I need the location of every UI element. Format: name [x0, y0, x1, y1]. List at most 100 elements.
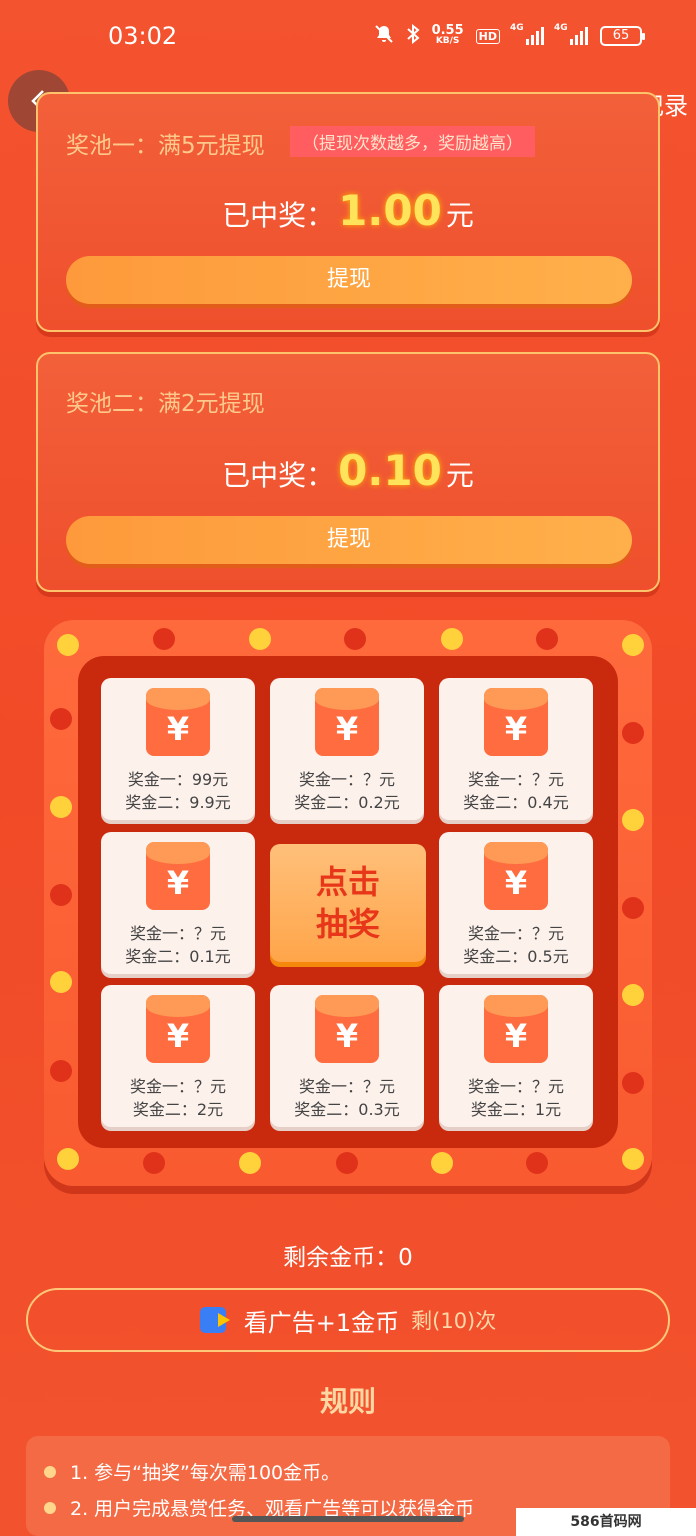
hd-badge: HD [475, 28, 500, 44]
pool-1-title: 奖池一：满5元提现 [66, 133, 265, 159]
network-speed-value: 0.55 [431, 23, 464, 38]
lottery-grid: ¥ 奖金一：99元 奖金二：9.9元 ¥ 奖金一：？元 奖金二：0.2元 ¥ 奖… [78, 656, 618, 1148]
light-dot [239, 1152, 261, 1174]
light-dot [249, 628, 271, 650]
pool-2-amount: 0.10 [338, 446, 442, 495]
prize-line-1: 奖金一：？元 [298, 770, 395, 789]
red-envelope-icon: ¥ [146, 995, 210, 1063]
remaining-coins: 剩余金币：0 [283, 1245, 413, 1271]
pool-1-won-label: 已中奖： [222, 199, 335, 232]
pool-1-won: 已中奖： 1.00 元 [38, 186, 658, 235]
rules-title: 规则 [319, 1385, 376, 1418]
prize-line-1: 奖金一：？元 [467, 924, 564, 943]
prize-cell: ¥ 奖金一：？元 奖金二：0.2元 [270, 678, 424, 820]
yen-symbol: ¥ [166, 710, 190, 748]
light-dot [622, 984, 644, 1006]
prize-line-1: 奖金一：？元 [298, 1077, 395, 1096]
light-dot [622, 809, 644, 831]
red-envelope-icon: ¥ [146, 842, 210, 910]
yen-symbol: ¥ [166, 864, 190, 902]
battery-icon: 65 [600, 26, 645, 46]
light-dot [336, 1152, 358, 1174]
light-dot [50, 1060, 72, 1082]
light-dot [57, 1148, 79, 1170]
pool-1-note: （提现次数越多，奖励越高） [290, 126, 535, 157]
pool-2-won-label: 已中奖： [222, 459, 335, 492]
prize-cell: ¥ 奖金一：？元 奖金二：0.4元 [439, 678, 593, 820]
bell-off-icon [374, 24, 394, 48]
light-dot [536, 628, 558, 650]
prize-cell: ¥ 奖金一：？元 奖金二：1元 [439, 985, 593, 1127]
red-envelope-icon: ¥ [315, 688, 379, 756]
ad-remaining-count: 剩(10)次 [411, 1309, 497, 1333]
signal-icon-2: 4G [554, 23, 588, 45]
network-speed: 0.55 KB/S [431, 23, 464, 47]
prize-line-2: 奖金二：2元 [132, 1100, 224, 1119]
pool-1-amount: 1.00 [338, 186, 442, 235]
pool-2-withdraw-button[interactable]: 提现 [66, 516, 632, 564]
prize-line-2: 奖金二：0.2元 [294, 793, 400, 812]
red-envelope-icon: ¥ [484, 842, 548, 910]
light-dot [431, 1152, 453, 1174]
light-dot [153, 628, 175, 650]
red-envelope-icon: ¥ [315, 995, 379, 1063]
lottery-board: ¥ 奖金一：99元 奖金二：9.9元 ¥ 奖金一：？元 奖金二：0.2元 ¥ 奖… [44, 620, 652, 1186]
prize-line-1: 奖金一：？元 [467, 770, 564, 789]
pool-1-withdraw-button[interactable]: 提现 [66, 256, 632, 304]
home-indicator[interactable] [232, 1516, 464, 1522]
prize-line-2: 奖金二：0.3元 [294, 1100, 400, 1119]
prize-cell: ¥ 奖金一：99元 奖金二：9.9元 [101, 678, 255, 820]
prize-line-1: 奖金一：？元 [129, 924, 226, 943]
light-dot [50, 971, 72, 993]
light-dot [50, 796, 72, 818]
prize-line-2: 奖金二：9.9元 [125, 793, 231, 812]
prize-line-1: 奖金一：？元 [129, 1077, 226, 1096]
draw-line-2: 抽奖 [315, 905, 380, 943]
yen-symbol: ¥ [335, 1017, 359, 1055]
watch-ad-button[interactable]: 看广告+1金币 剩(10)次 [26, 1288, 670, 1352]
draw-line-1: 点击 [315, 863, 380, 901]
prize-line-1: 奖金一：99元 [127, 770, 229, 789]
prize-pool-1: 奖池一：满5元提现 （提现次数越多，奖励越高） 已中奖： 1.00 元 提现 [36, 92, 660, 332]
watermark: 586首码网 www.h586.com [516, 1508, 696, 1536]
prize-line-2: 奖金二：0.4元 [463, 793, 569, 812]
prize-cell: ¥ 奖金一：？元 奖金二：0.5元 [439, 832, 593, 974]
light-dot [441, 628, 463, 650]
red-envelope-icon: ¥ [484, 995, 548, 1063]
bullet-icon [44, 1501, 56, 1514]
rule-item: 1. 参与“抽奖”每次需100金币。 [44, 1458, 340, 1485]
light-dot [622, 722, 644, 744]
light-dot [622, 897, 644, 919]
yen-symbol: ¥ [504, 864, 528, 902]
light-dot [50, 708, 72, 730]
light-dot [526, 1152, 548, 1174]
light-dot [622, 634, 644, 656]
red-envelope-icon: ¥ [146, 688, 210, 756]
pool-1-unit: 元 [445, 199, 474, 232]
light-dot [622, 1148, 644, 1170]
red-envelope-icon: ¥ [484, 688, 548, 756]
light-dot [344, 628, 366, 650]
yen-symbol: ¥ [504, 710, 528, 748]
video-icon [199, 1307, 232, 1333]
network-speed-unit: KB/S [435, 36, 460, 46]
pool-2-unit: 元 [445, 459, 474, 492]
signal-icon-1: 4G [510, 23, 544, 45]
status-bar: 03:02 0.55 KB/S HD 4G 4G 65 [0, 0, 696, 74]
bluetooth-icon [406, 23, 420, 48]
prize-line-1: 奖金一：？元 [467, 1077, 564, 1096]
signal-1-label: 4G [510, 23, 524, 33]
status-time: 03:02 [108, 22, 178, 50]
draw-button[interactable]: 点击 抽奖 [270, 844, 426, 962]
light-dot [57, 634, 79, 656]
light-dot [622, 1072, 644, 1094]
prize-cell: ¥ 奖金一：？元 奖金二：2元 [101, 985, 255, 1127]
pool-2-title: 奖池二：满2元提现 [66, 391, 265, 417]
prize-line-2: 奖金二：0.5元 [463, 947, 569, 966]
prize-line-2: 奖金二：0.1元 [125, 947, 231, 966]
pool-2-won: 已中奖： 0.10 元 [38, 446, 658, 495]
light-dot [50, 884, 72, 906]
bullet-icon [44, 1465, 56, 1478]
yen-symbol: ¥ [504, 1017, 528, 1055]
signal-2-label: 4G [554, 23, 568, 33]
